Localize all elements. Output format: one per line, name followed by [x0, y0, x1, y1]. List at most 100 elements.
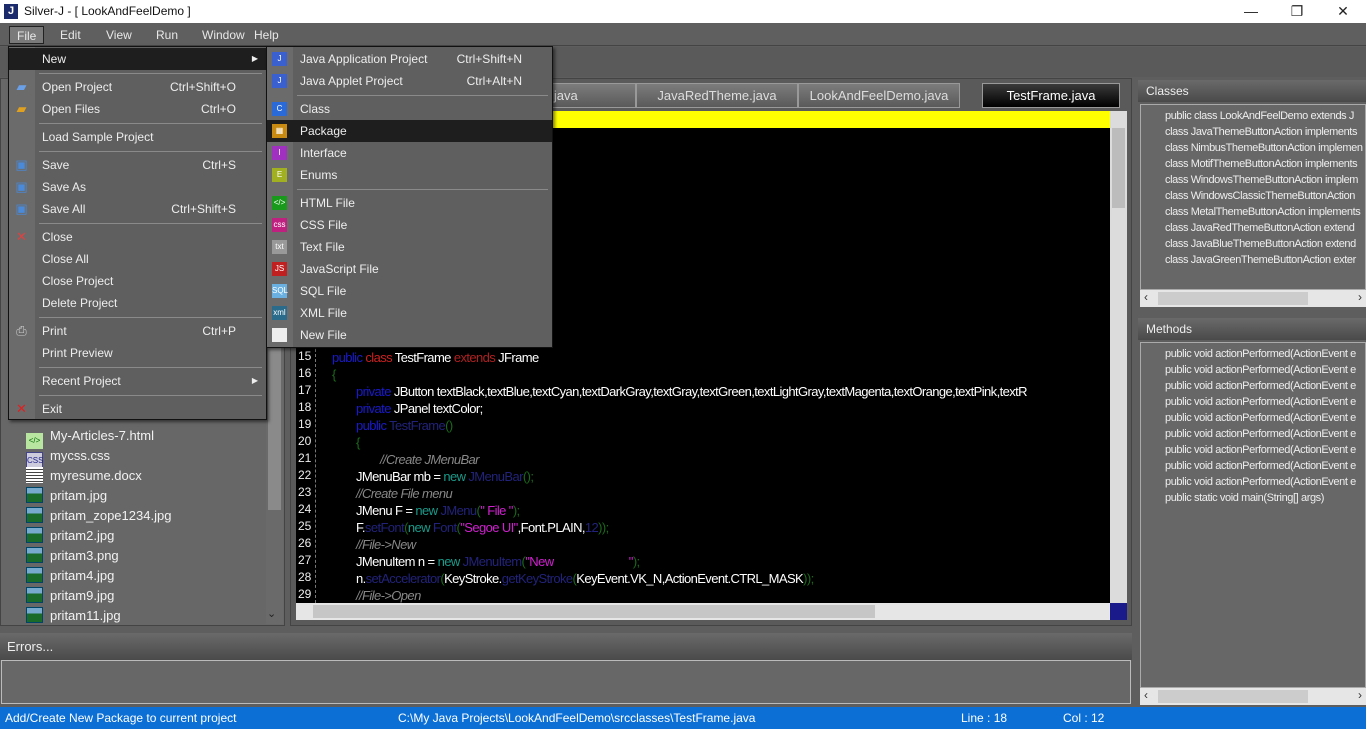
menu-item-new-file[interactable]: New File [267, 324, 552, 346]
menu-item-close-all[interactable]: Close All [9, 248, 266, 270]
tree-item-pritam-jpg[interactable]: pritam.jpg [26, 486, 107, 506]
methods-hscroll[interactable]: ‹ › [1140, 688, 1366, 705]
menu-item-interface[interactable]: I Interface [267, 142, 552, 164]
img-file-icon [26, 527, 43, 543]
tab-javaredtheme[interactable]: JavaRedTheme.java [636, 83, 798, 108]
tab-testframe[interactable]: TestFrame.java [982, 83, 1120, 108]
menu-item-save-all[interactable]: ▣ Save All Ctrl+Shift+S [9, 198, 266, 220]
menu-item-delete-project[interactable]: Delete Project [9, 292, 266, 314]
tab-lookandfeeldemo[interactable]: LookAndFeelDemo.java [798, 83, 960, 108]
menu-separator [39, 73, 262, 74]
minimize-button[interactable]: — [1228, 0, 1274, 23]
menu-file[interactable]: File [9, 26, 45, 44]
menu-item-new[interactable]: New ▶ [9, 48, 266, 70]
menu-item-print-preview[interactable]: Print Preview [9, 342, 266, 364]
folder-icon: ▰ [16, 101, 27, 116]
tree-item-pritam9-jpg[interactable]: pritam9.jpg [26, 586, 114, 606]
tree-item-pritam-zope1234-jpg[interactable]: pritam_zope1234.jpg [26, 506, 171, 526]
tree-item-pritam4-jpg[interactable]: pritam4.jpg [26, 566, 114, 586]
menu-item-label: Save As [42, 180, 87, 194]
menu-item-open-files[interactable]: ▰ Open Files Ctrl+O [9, 98, 266, 120]
method-item[interactable]: public void actionPerformed(ActionEvent … [1165, 474, 1356, 490]
method-item[interactable]: public void actionPerformed(ActionEvent … [1165, 346, 1356, 362]
tree-item-pritam2-jpg[interactable]: pritam2.jpg [26, 526, 114, 546]
menu-item-css-file[interactable]: css CSS File [267, 214, 552, 236]
menu-edit[interactable]: Edit [53, 26, 88, 44]
scroll-right-icon[interactable]: › [1358, 688, 1362, 702]
menu-item-label: Package [300, 124, 347, 138]
code-line: //File->New [356, 536, 416, 553]
menu-item-xml-file[interactable]: xml XML File [267, 302, 552, 324]
close-file-icon: ✕ [16, 229, 27, 244]
code-token: //Create JMenuBar [380, 452, 480, 467]
line-number: 23 [298, 485, 312, 499]
method-item[interactable]: public void actionPerformed(ActionEvent … [1165, 394, 1356, 410]
menu-item-open-project[interactable]: ▰ Open Project Ctrl+Shift+O [9, 76, 266, 98]
menu-item-text-file[interactable]: txt Text File [267, 236, 552, 258]
menu-item-exit[interactable]: ✕ Exit [9, 398, 266, 420]
menu-item-save[interactable]: ▣ Save Ctrl+S [9, 154, 266, 176]
menu-item-label: Exit [42, 402, 63, 416]
errors-header: Errors... [0, 633, 1132, 660]
class-item[interactable]: public class LookAndFeelDemo extends J [1165, 108, 1354, 124]
class-item[interactable]: class JavaThemeButtonAction implements [1165, 124, 1357, 140]
menu-item-class[interactable]: C Class [267, 98, 552, 120]
img-file-icon [26, 487, 43, 503]
tree-item-label: My-Articles-7.html [50, 428, 155, 443]
scroll-down-icon[interactable]: ⌄ [267, 607, 276, 620]
menu-window[interactable]: Window [195, 26, 252, 44]
tree-item-myresume-docx[interactable]: myresume.docx [26, 466, 142, 486]
menu-item-java-applet-project[interactable]: J Java Applet Project Ctrl+Alt+N [267, 70, 552, 92]
tree-item-pritam11-jpg[interactable]: pritam11.jpg [26, 606, 121, 626]
menu-item-java-application-project[interactable]: J Java Application Project Ctrl+Shift+N [267, 48, 552, 70]
class-item[interactable]: class MetalThemeButtonAction implements [1165, 204, 1361, 220]
method-item[interactable]: public void actionPerformed(ActionEvent … [1165, 458, 1356, 474]
menu-item-enums[interactable]: E Enums [267, 164, 552, 186]
line-number: 21 [298, 451, 312, 465]
class-item[interactable]: class NimbusThemeButtonAction implemen [1165, 140, 1363, 156]
menu-separator [39, 395, 262, 396]
menu-item-html-file[interactable]: </> HTML File [267, 192, 552, 214]
code-token: ); [512, 503, 520, 518]
class-item[interactable]: class WindowsThemeButtonAction implem [1165, 172, 1358, 188]
class-item[interactable]: class JavaGreenThemeButtonAction exter [1165, 252, 1356, 268]
method-item[interactable]: public void actionPerformed(ActionEvent … [1165, 410, 1356, 426]
menu-item-package[interactable]: ▦ Package [267, 120, 552, 142]
menu-item-sql-file[interactable]: SQL SQL File [267, 280, 552, 302]
editor-hscroll-thumb[interactable] [313, 605, 875, 618]
method-item[interactable]: public void actionPerformed(ActionEvent … [1165, 426, 1356, 442]
tree-item-label: pritam9.jpg [50, 588, 115, 603]
class-item[interactable]: class WindowsClassicThemeButtonAction [1165, 188, 1355, 204]
menu-item-save-as[interactable]: ▣ Save As [9, 176, 266, 198]
class-item[interactable]: class JavaRedThemeButtonAction extend [1165, 220, 1355, 236]
menu-item-recent-project[interactable]: Recent Project ▶ [9, 370, 266, 392]
class-item[interactable]: class JavaBlueThemeButtonAction extend [1165, 236, 1356, 252]
scroll-right-icon[interactable]: › [1358, 290, 1362, 304]
menu-item-javascript-file[interactable]: JS JavaScript File [267, 258, 552, 280]
menu-run[interactable]: Run [149, 26, 185, 44]
close-window-button[interactable]: ✕ [1320, 0, 1366, 23]
classes-hscroll[interactable]: ‹ › [1140, 290, 1366, 307]
method-item[interactable]: public static void main(String[] args) [1165, 490, 1324, 506]
java-project-icon: J [272, 52, 287, 66]
scroll-left-icon[interactable]: ‹ [1144, 688, 1148, 702]
tree-item-pritam3-png[interactable]: pritam3.png [26, 546, 119, 566]
tree-item-my-articles-7-html[interactable]: </> My-Articles-7.html [26, 426, 155, 449]
menu-item-close[interactable]: ✕ Close [9, 226, 266, 248]
scroll-left-icon[interactable]: ‹ [1144, 290, 1148, 304]
method-item[interactable]: public void actionPerformed(ActionEvent … [1165, 378, 1356, 394]
menu-item-label: Recent Project [42, 374, 121, 388]
menu-view[interactable]: View [99, 26, 139, 44]
menu-item-print[interactable]: ⎙ Print Ctrl+P [9, 320, 266, 342]
line-number: 18 [298, 400, 312, 414]
menu-help[interactable]: Help [247, 26, 286, 44]
tree-item-mycss-css[interactable]: CSS mycss.css [26, 446, 110, 468]
editor-vscroll-thumb[interactable] [1112, 128, 1125, 208]
method-item[interactable]: public void actionPerformed(ActionEvent … [1165, 362, 1356, 378]
submenu-arrow-icon: ▶ [251, 376, 258, 385]
menu-item-close-project[interactable]: Close Project [9, 270, 266, 292]
method-item[interactable]: public void actionPerformed(ActionEvent … [1165, 442, 1356, 458]
class-item[interactable]: class MotifThemeButtonAction implements [1165, 156, 1358, 172]
menu-item-load-sample-project[interactable]: Load Sample Project [9, 126, 266, 148]
maximize-button[interactable]: ❐ [1274, 0, 1320, 23]
